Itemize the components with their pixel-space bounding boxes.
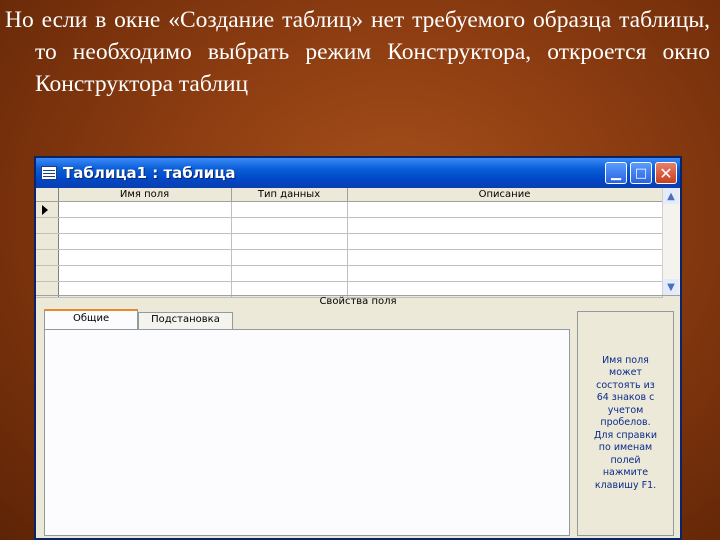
row-selector[interactable] <box>36 233 59 250</box>
table-row[interactable] <box>36 265 663 282</box>
field-name-cell[interactable] <box>58 265 232 282</box>
help-panel: Имя поля может состоять из 64 знаков с у… <box>577 311 674 536</box>
close-button[interactable]: ✕ <box>655 162 677 184</box>
properties-tabs: Общие Подстановка <box>44 309 233 329</box>
grid-header-row: Имя поля Тип данных Описание <box>36 188 663 202</box>
table-designer-window: Таблица1 : таблица ▁ □ ✕ Имя поля Тип да… <box>34 156 682 540</box>
data-type-cell[interactable] <box>231 249 348 266</box>
maximize-icon: □ <box>634 165 648 181</box>
minimize-icon: ▁ <box>611 165 621 181</box>
general-properties-panel <box>44 329 570 536</box>
description-cell[interactable] <box>347 233 663 250</box>
data-type-cell[interactable] <box>231 217 348 234</box>
field-name-cell[interactable] <box>58 217 232 234</box>
description-cell[interactable] <box>347 201 663 218</box>
field-name-cell[interactable] <box>58 249 232 266</box>
table-row[interactable] <box>36 201 663 218</box>
description-cell[interactable] <box>347 249 663 266</box>
tab-lookup[interactable]: Подстановка <box>138 312 233 329</box>
table-row[interactable] <box>36 249 663 266</box>
minimize-button[interactable]: ▁ <box>605 162 627 184</box>
data-type-cell[interactable] <box>231 233 348 250</box>
table-row[interactable] <box>36 233 663 250</box>
scroll-up-icon[interactable]: ▲ <box>663 188 679 204</box>
vertical-scrollbar[interactable]: ▲ ▼ <box>662 188 680 295</box>
field-name-cell[interactable] <box>58 233 232 250</box>
row-selector[interactable] <box>36 201 59 218</box>
row-selector-header[interactable] <box>36 188 59 202</box>
field-name-cell[interactable] <box>58 201 232 218</box>
slide-text-block: Но если в окне «Создание таблиц» нет тре… <box>5 4 710 100</box>
field-properties-label: Свойства поля <box>36 295 680 308</box>
current-row-arrow-icon <box>42 204 48 215</box>
field-table: Имя поля Тип данных Описание <box>36 188 663 298</box>
description-cell[interactable] <box>347 265 663 282</box>
slide-paragraph: Но если в окне «Создание таблиц» нет тре… <box>5 7 710 97</box>
column-header-data-type[interactable]: Тип данных <box>231 188 348 202</box>
tab-general[interactable]: Общие <box>44 309 139 329</box>
help-text: Имя поля может состоять из 64 знаков с у… <box>593 354 658 491</box>
maximize-button[interactable]: □ <box>630 162 652 184</box>
data-type-cell[interactable] <box>231 201 348 218</box>
window-title: Таблица1 : таблица <box>63 164 236 182</box>
field-grid: Имя поля Тип данных Описание ▲ ▼ <box>36 188 680 298</box>
table-row[interactable] <box>36 217 663 234</box>
window-controls: ▁ □ ✕ <box>605 162 677 184</box>
title-bar[interactable]: Таблица1 : таблица ▁ □ ✕ <box>36 158 680 188</box>
description-cell[interactable] <box>347 217 663 234</box>
close-icon: ✕ <box>659 163 673 183</box>
column-header-field-name[interactable]: Имя поля <box>58 188 232 202</box>
row-selector[interactable] <box>36 217 59 234</box>
row-selector[interactable] <box>36 249 59 266</box>
scroll-down-icon[interactable]: ▼ <box>663 279 679 295</box>
data-type-cell[interactable] <box>231 265 348 282</box>
row-selector[interactable] <box>36 265 59 282</box>
column-header-description[interactable]: Описание <box>347 188 663 202</box>
table-icon <box>41 166 57 180</box>
